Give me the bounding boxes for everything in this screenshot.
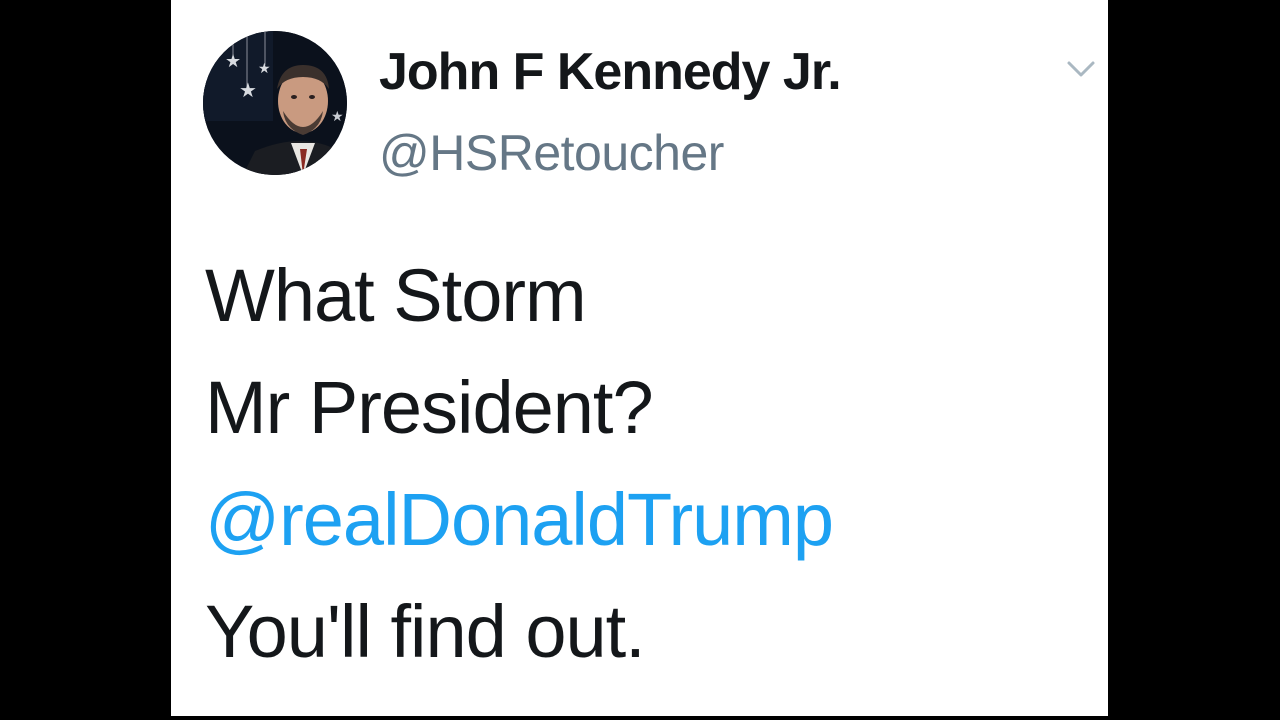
tweet-card: ★ ★ ★ ★ John F Kennedy Jr. @HSRetoucher …: [171, 0, 1108, 716]
tweet-menu-button[interactable]: [1065, 57, 1097, 81]
avatar[interactable]: ★ ★ ★ ★: [203, 31, 347, 175]
tweet-text: What Storm Mr President? @realDonaldTrum…: [205, 240, 834, 688]
mention-link[interactable]: @realDonaldTrump: [205, 464, 834, 576]
author-display-name[interactable]: John F Kennedy Jr.: [379, 42, 842, 102]
tweet-text-line: What Storm: [205, 254, 587, 337]
profile-photo-icon: ★ ★ ★ ★: [203, 31, 347, 175]
svg-text:★: ★: [331, 109, 344, 125]
author-handle[interactable]: @HSRetoucher: [379, 124, 724, 182]
svg-text:★: ★: [225, 51, 241, 72]
tweet-text-line: You'll find out.: [205, 590, 646, 673]
tweet-text-line: Mr President?: [205, 366, 654, 449]
svg-text:★: ★: [258, 61, 271, 77]
chevron-down-icon: [1067, 61, 1095, 77]
svg-text:★: ★: [239, 78, 257, 102]
